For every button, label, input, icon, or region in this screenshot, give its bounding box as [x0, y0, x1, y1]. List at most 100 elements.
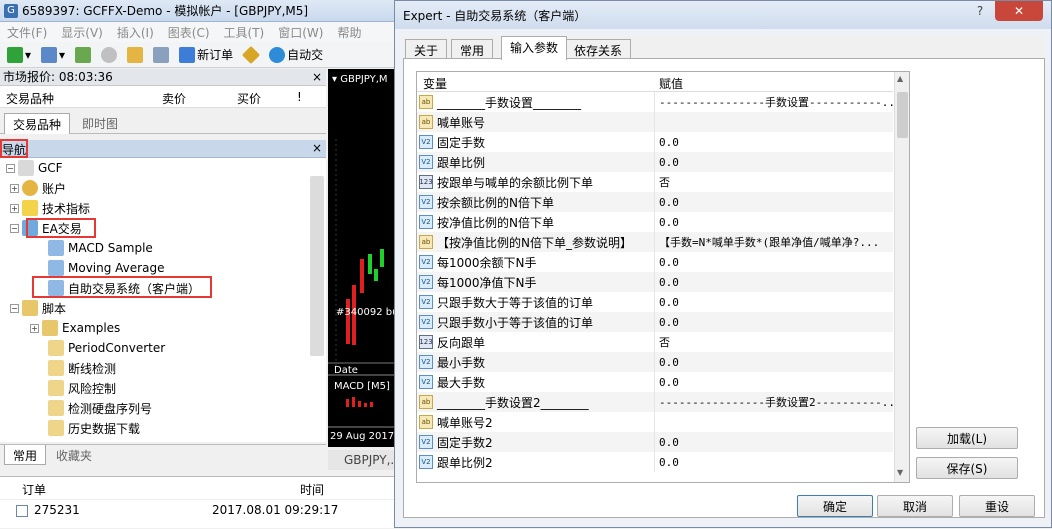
tree-node-history-download[interactable]: 历史数据下载: [48, 418, 140, 438]
param-value[interactable]: 0.0: [655, 216, 893, 229]
param-value[interactable]: 0.0: [655, 256, 893, 269]
param-value[interactable]: ----------------手数设置-----------...: [655, 94, 893, 110]
navigator-scrollbar[interactable]: [310, 176, 324, 356]
tree-node-disconnect-detect[interactable]: 断线检测: [48, 358, 116, 378]
table-row[interactable]: V2 只跟手数大于等于该值的订单 0.0: [417, 292, 893, 312]
param-value[interactable]: 0.0: [655, 456, 893, 469]
tab-inputs[interactable]: 输入参数: [501, 36, 568, 60]
save-button[interactable]: 保存(S): [916, 457, 1018, 479]
column-value[interactable]: 赋值: [659, 75, 683, 92]
expand-icon[interactable]: +: [30, 323, 39, 333]
tab-common[interactable]: 常用: [4, 445, 47, 465]
tree-node-disk-serial[interactable]: 检测硬盘序列号: [48, 398, 152, 418]
table-row[interactable]: V2 每1000净值下N手 0.0: [417, 272, 893, 292]
terminal-button[interactable]: [150, 45, 172, 65]
table-row[interactable]: V2 跟单比例 0.0: [417, 152, 893, 172]
tree-node-root[interactable]: − GCF: [6, 158, 63, 178]
tree-node-accounts[interactable]: + 账户: [10, 178, 66, 198]
tab-dependencies[interactable]: 依存关系: [565, 39, 632, 59]
tree-node-period-converter[interactable]: PeriodConverter: [48, 338, 165, 358]
expand-icon[interactable]: +: [10, 203, 19, 213]
param-value[interactable]: 【手数=N*喊单手数*(跟单净值/喊单净?...: [655, 234, 893, 250]
param-value[interactable]: 否: [655, 334, 893, 350]
table-row[interactable]: V2 只跟手数小于等于该值的订单 0.0: [417, 312, 893, 332]
close-icon[interactable]: ×: [312, 141, 322, 155]
table-row[interactable]: V2 最小手数 0.0: [417, 352, 893, 372]
table-row[interactable]: 123 按跟单与喊单的余额比例下单 否: [417, 172, 893, 192]
table-row[interactable]: ab 喊单账号: [417, 112, 893, 132]
tree-node-macd-sample[interactable]: MACD Sample: [48, 238, 153, 258]
close-icon[interactable]: ✕: [995, 1, 1043, 21]
column-order[interactable]: 订单: [22, 481, 46, 498]
column-ask[interactable]: 买价: [237, 90, 261, 107]
param-value[interactable]: ----------------手数设置2----------...: [655, 394, 893, 410]
tab-tick-chart[interactable]: 即时图: [74, 113, 126, 134]
close-icon[interactable]: ×: [312, 69, 322, 86]
tree-node-examples[interactable]: + Examples: [30, 318, 120, 338]
table-row[interactable]: V2 每1000余额下N手 0.0: [417, 252, 893, 272]
menu-charts[interactable]: 图表(C): [161, 24, 217, 41]
param-value[interactable]: 否: [655, 174, 893, 190]
reset-button[interactable]: 重设: [959, 495, 1035, 517]
table-row[interactable]: ab 【按净值比例的N倍下单_参数说明】 【手数=N*喊单手数*(跟单净值/喊单净?…: [417, 232, 893, 252]
new-chart-button[interactable]: ▾: [4, 45, 34, 65]
table-row[interactable]: V2 按净值比例的N倍下单 0.0: [417, 212, 893, 232]
tree-node-moving-average[interactable]: Moving Average: [48, 258, 164, 278]
metaeditor-button[interactable]: [240, 45, 262, 65]
tab-symbols[interactable]: 交易品种: [4, 113, 71, 134]
table-row[interactable]: V2 固定手数2 0.0: [417, 432, 893, 452]
menu-window[interactable]: 窗口(W): [271, 24, 330, 41]
profiles-button[interactable]: ▾: [38, 45, 68, 65]
table-row[interactable]: 275231 2017.08.01 09:29:17: [0, 499, 396, 519]
tab-about[interactable]: 关于: [405, 39, 448, 59]
collapse-icon[interactable]: −: [6, 163, 15, 173]
scroll-down-icon[interactable]: ▼: [897, 468, 903, 477]
tree-node-scripts[interactable]: − 脚本: [10, 298, 66, 318]
collapse-icon[interactable]: −: [10, 223, 19, 233]
table-row[interactable]: ab ________手数设置2________ ----------------手…: [417, 392, 893, 412]
menu-file[interactable]: 文件(F): [0, 24, 54, 41]
cancel-button[interactable]: 取消: [877, 495, 953, 517]
param-value[interactable]: 0.0: [655, 276, 893, 289]
column-time[interactable]: 时间: [300, 481, 324, 498]
param-value[interactable]: 0.0: [655, 376, 893, 389]
menu-view[interactable]: 显示(V): [54, 24, 110, 41]
column-variable[interactable]: 变量: [423, 75, 447, 92]
menu-insert[interactable]: 插入(I): [110, 24, 161, 41]
menu-help[interactable]: 帮助: [330, 24, 368, 41]
tab-common[interactable]: 常用: [451, 39, 494, 59]
table-row[interactable]: ab 喊单账号2: [417, 412, 893, 432]
price-chart[interactable]: ▾ GBPJPY,M #340092 buy Date MACD [M5] 29…: [328, 69, 396, 447]
table-row[interactable]: V2 固定手数 0.0: [417, 132, 893, 152]
table-row[interactable]: V2 跟单比例2 0.0: [417, 452, 893, 472]
grid-scrollbar[interactable]: ▲ ▼: [894, 72, 909, 482]
param-value[interactable]: 0.0: [655, 436, 893, 449]
data-window-button[interactable]: [98, 45, 120, 65]
scroll-up-icon[interactable]: ▲: [897, 74, 903, 83]
param-value[interactable]: 0.0: [655, 356, 893, 369]
tree-node-indicators[interactable]: + 技术指标: [10, 198, 90, 218]
table-row[interactable]: ab ________手数设置________ ----------------手数…: [417, 92, 893, 112]
auto-trading-button[interactable]: 自动交: [266, 45, 326, 65]
table-row[interactable]: V2 按余额比例的N倍下单 0.0: [417, 192, 893, 212]
column-bid[interactable]: 卖价: [162, 90, 186, 107]
tree-node-risk-control[interactable]: 风险控制: [48, 378, 116, 398]
menu-tools[interactable]: 工具(T): [217, 24, 272, 41]
tab-favorites[interactable]: 收藏夹: [56, 447, 92, 464]
table-row[interactable]: 123 反向跟单 否: [417, 332, 893, 352]
param-value[interactable]: 0.0: [655, 316, 893, 329]
ok-button[interactable]: 确定: [797, 495, 873, 517]
expand-icon[interactable]: +: [10, 183, 19, 193]
param-value[interactable]: 0.0: [655, 296, 893, 309]
scroll-thumb[interactable]: [897, 92, 908, 138]
collapse-icon[interactable]: −: [10, 303, 19, 313]
navigator-button[interactable]: [124, 45, 146, 65]
param-value[interactable]: 0.0: [655, 196, 893, 209]
load-button[interactable]: 加载(L): [916, 427, 1018, 449]
help-icon[interactable]: ?: [967, 1, 993, 21]
market-watch-button[interactable]: [72, 45, 94, 65]
column-more[interactable]: !: [297, 90, 302, 104]
param-value[interactable]: 0.0: [655, 136, 893, 149]
table-row[interactable]: V2 最大手数 0.0: [417, 372, 893, 392]
new-order-button[interactable]: 新订单: [176, 45, 236, 65]
